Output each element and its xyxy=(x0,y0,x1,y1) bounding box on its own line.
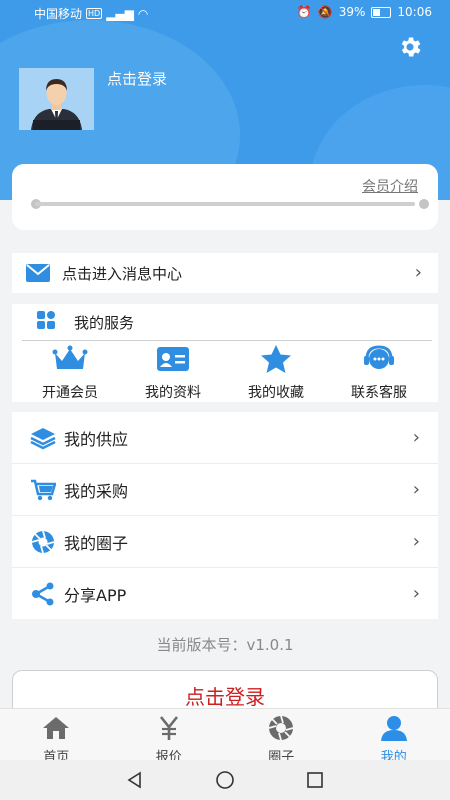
service-label: 我的资料 xyxy=(145,385,201,401)
carrier-label: 中国移动 xyxy=(34,7,83,21)
yen-icon xyxy=(159,716,178,740)
recents-square-icon[interactable] xyxy=(305,770,325,790)
home-circle-icon[interactable] xyxy=(215,770,235,790)
progress-end-dot xyxy=(419,199,429,209)
tab-quote[interactable]: 报价 xyxy=(113,709,226,765)
service-my-favorites[interactable]: 我的收藏 xyxy=(223,344,329,402)
menu-item-my-circle[interactable]: 我的圈子 › xyxy=(12,516,438,568)
menu-list: 我的供应 › 我的采购 › 我的圈子 › 分享APP › xyxy=(12,412,438,619)
member-intro-link[interactable]: 会员介绍 xyxy=(362,176,418,196)
service-my-profile[interactable]: 我的资料 xyxy=(120,344,226,402)
chevron-right-icon: › xyxy=(412,531,420,552)
crown-icon xyxy=(52,345,88,369)
services-panel: 我的服务 开通会员 我的资料 我的收藏 联系客服 xyxy=(12,304,438,402)
headset-icon xyxy=(364,345,394,369)
tab-circle[interactable]: 圈子 xyxy=(225,709,338,765)
chevron-right-icon: › xyxy=(414,262,422,284)
member-progress-bar xyxy=(35,202,415,206)
tab-mine[interactable]: 我的 xyxy=(338,709,450,765)
message-center-label: 点击进入消息中心 xyxy=(62,264,183,283)
service-contact-support[interactable]: 联系客服 xyxy=(326,344,432,402)
service-open-membership[interactable]: 开通会员 xyxy=(17,344,123,402)
chevron-right-icon: › xyxy=(412,583,420,604)
service-label: 联系客服 xyxy=(351,385,407,401)
home-icon xyxy=(43,717,70,739)
network-badge: HD xyxy=(86,8,103,19)
layers-icon xyxy=(30,425,56,451)
chevron-right-icon: › xyxy=(412,427,420,448)
menu-item-my-supply[interactable]: 我的供应 › xyxy=(12,412,438,464)
businessman-avatar-icon xyxy=(19,68,94,130)
tab-home[interactable]: 首页 xyxy=(0,709,113,765)
id-card-icon xyxy=(157,347,189,371)
menu-item-label: 我的供应 xyxy=(64,429,129,449)
star-icon xyxy=(261,345,291,373)
mute-icon: 🔕 xyxy=(317,5,333,19)
share-icon xyxy=(30,581,56,607)
battery-percent: 39% xyxy=(338,5,366,19)
back-triangle-icon[interactable] xyxy=(125,770,145,790)
settings-gear-icon[interactable] xyxy=(397,34,423,60)
bottom-tab-bar: 首页 报价 圈子 我的 xyxy=(0,708,450,765)
clock: 10:06 xyxy=(397,5,432,19)
member-card: 会员介绍 xyxy=(12,164,438,230)
signal-icon: ▂▄▆ xyxy=(106,6,134,21)
menu-item-share-app[interactable]: 分享APP › xyxy=(12,568,438,619)
wifi-icon: ◠ xyxy=(137,6,149,21)
services-title: 我的服务 xyxy=(74,313,135,332)
menu-item-label: 我的圈子 xyxy=(64,533,129,553)
version-text: 当前版本号：v1.0.1 xyxy=(156,636,294,654)
battery-icon xyxy=(371,6,392,18)
alarm-icon: ⏰ xyxy=(296,5,312,19)
message-center-row[interactable]: 点击进入消息中心 › xyxy=(12,253,438,293)
divider xyxy=(22,340,432,341)
menu-item-label: 分享APP xyxy=(64,585,127,605)
service-label: 我的收藏 xyxy=(248,385,304,401)
aperture-icon xyxy=(269,715,294,741)
menu-item-label: 我的采购 xyxy=(64,481,129,501)
header-login-link[interactable]: 点击登录 xyxy=(107,68,167,89)
mail-icon xyxy=(26,261,50,285)
status-bar: 中国移动 HD ▂▄▆ ◠ ⏰ 🔕 39% 10:06 xyxy=(0,0,450,26)
system-nav-bar xyxy=(0,760,450,800)
avatar[interactable] xyxy=(19,68,94,130)
menu-item-my-purchase[interactable]: 我的采购 › xyxy=(12,464,438,516)
cart-icon xyxy=(30,477,56,503)
grid-icon xyxy=(36,310,56,334)
aperture-icon xyxy=(30,529,56,555)
chevron-right-icon: › xyxy=(412,479,420,500)
services-title-row: 我的服务 xyxy=(12,304,438,340)
user-icon xyxy=(380,716,407,741)
service-label: 开通会员 xyxy=(42,385,98,401)
